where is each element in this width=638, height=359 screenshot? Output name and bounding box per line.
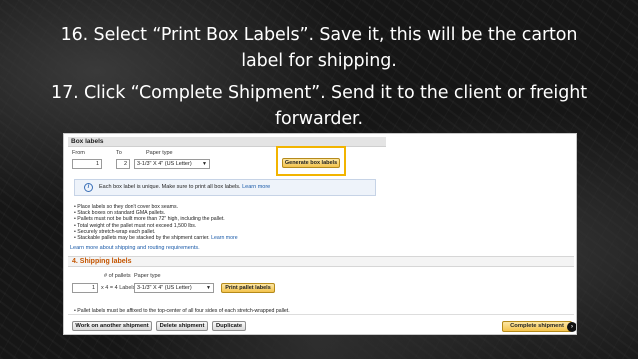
caption-line-2: label for shipping. xyxy=(241,51,397,71)
to-label: To xyxy=(116,150,122,156)
chevron-down-icon: ▼ xyxy=(206,285,211,291)
pallets-label: # of pallets xyxy=(104,273,131,279)
to-input[interactable]: 2 xyxy=(116,159,130,169)
arrow-icon: › xyxy=(567,322,576,332)
caption-line-3: 17. Click “Complete Shipment”. Send it t… xyxy=(51,83,587,103)
info-icon: i xyxy=(84,183,93,192)
pallet-paper-type-value: 3-1/3" X 4" (US Letter) xyxy=(137,285,192,291)
shipment-panel: Box labels From To Paper type 1 2 3-1/3"… xyxy=(63,133,577,335)
info-message: Each box label is unique. Make sure to p… xyxy=(99,184,241,190)
paper-type-value: 3-1/3" X 4" (US Letter) xyxy=(137,161,192,167)
info-text: Each box label is unique. Make sure to p… xyxy=(99,184,270,190)
caption-line-4: forwarder. xyxy=(274,109,363,129)
list-item-text: Stackable pallets may be stacked by the … xyxy=(77,235,210,242)
duplicate-button[interactable]: Duplicate xyxy=(212,321,246,331)
paper-type-select[interactable]: 3-1/3" X 4" (US Letter) ▼ xyxy=(134,159,210,169)
complete-shipment-button[interactable]: Complete shipment › xyxy=(502,321,576,332)
stacking-learn-more-link[interactable]: Learn more xyxy=(211,235,238,241)
divider xyxy=(68,314,574,315)
info-box: i Each box label is unique. Make sure to… xyxy=(74,179,376,196)
chevron-down-icon: ▼ xyxy=(202,161,207,167)
paper-type-label: Paper type xyxy=(146,150,173,156)
pallet-paper-type-label: Paper type xyxy=(134,273,161,279)
list-item: Stackable pallets may be stacked by the … xyxy=(74,235,238,242)
pallets-input[interactable]: 1 xyxy=(72,283,98,293)
generate-box-labels-button[interactable]: Generate box labels xyxy=(282,158,340,168)
from-input[interactable]: 1 xyxy=(72,159,102,169)
section-title: 4. Shipping labels xyxy=(72,258,132,265)
from-label: From xyxy=(72,150,85,156)
labels-count-text: x 4 = 4 Labels xyxy=(101,285,136,291)
print-pallet-labels-button[interactable]: Print pallet labels xyxy=(221,283,275,293)
work-on-another-shipment-button[interactable]: Work on another shipment xyxy=(72,321,152,331)
delete-shipment-button[interactable]: Delete shipment xyxy=(156,321,208,331)
pallet-paper-type-select[interactable]: 3-1/3" X 4" (US Letter) ▼ xyxy=(134,283,214,293)
caption-line-1: 16. Select “Print Box Labels”. Save it, … xyxy=(60,25,578,45)
guidelines-list: Place labels so they don't cover box sea… xyxy=(74,204,238,242)
complete-shipment-label: Complete shipment xyxy=(510,323,564,329)
list-item: Pallets must not be built more than 72" … xyxy=(74,216,238,222)
shipping-requirements-link[interactable]: Learn more about shipping and routing re… xyxy=(70,245,200,251)
shipping-labels-section: 4. Shipping labels xyxy=(68,256,574,267)
info-learn-more-link[interactable]: Learn more xyxy=(242,184,270,190)
